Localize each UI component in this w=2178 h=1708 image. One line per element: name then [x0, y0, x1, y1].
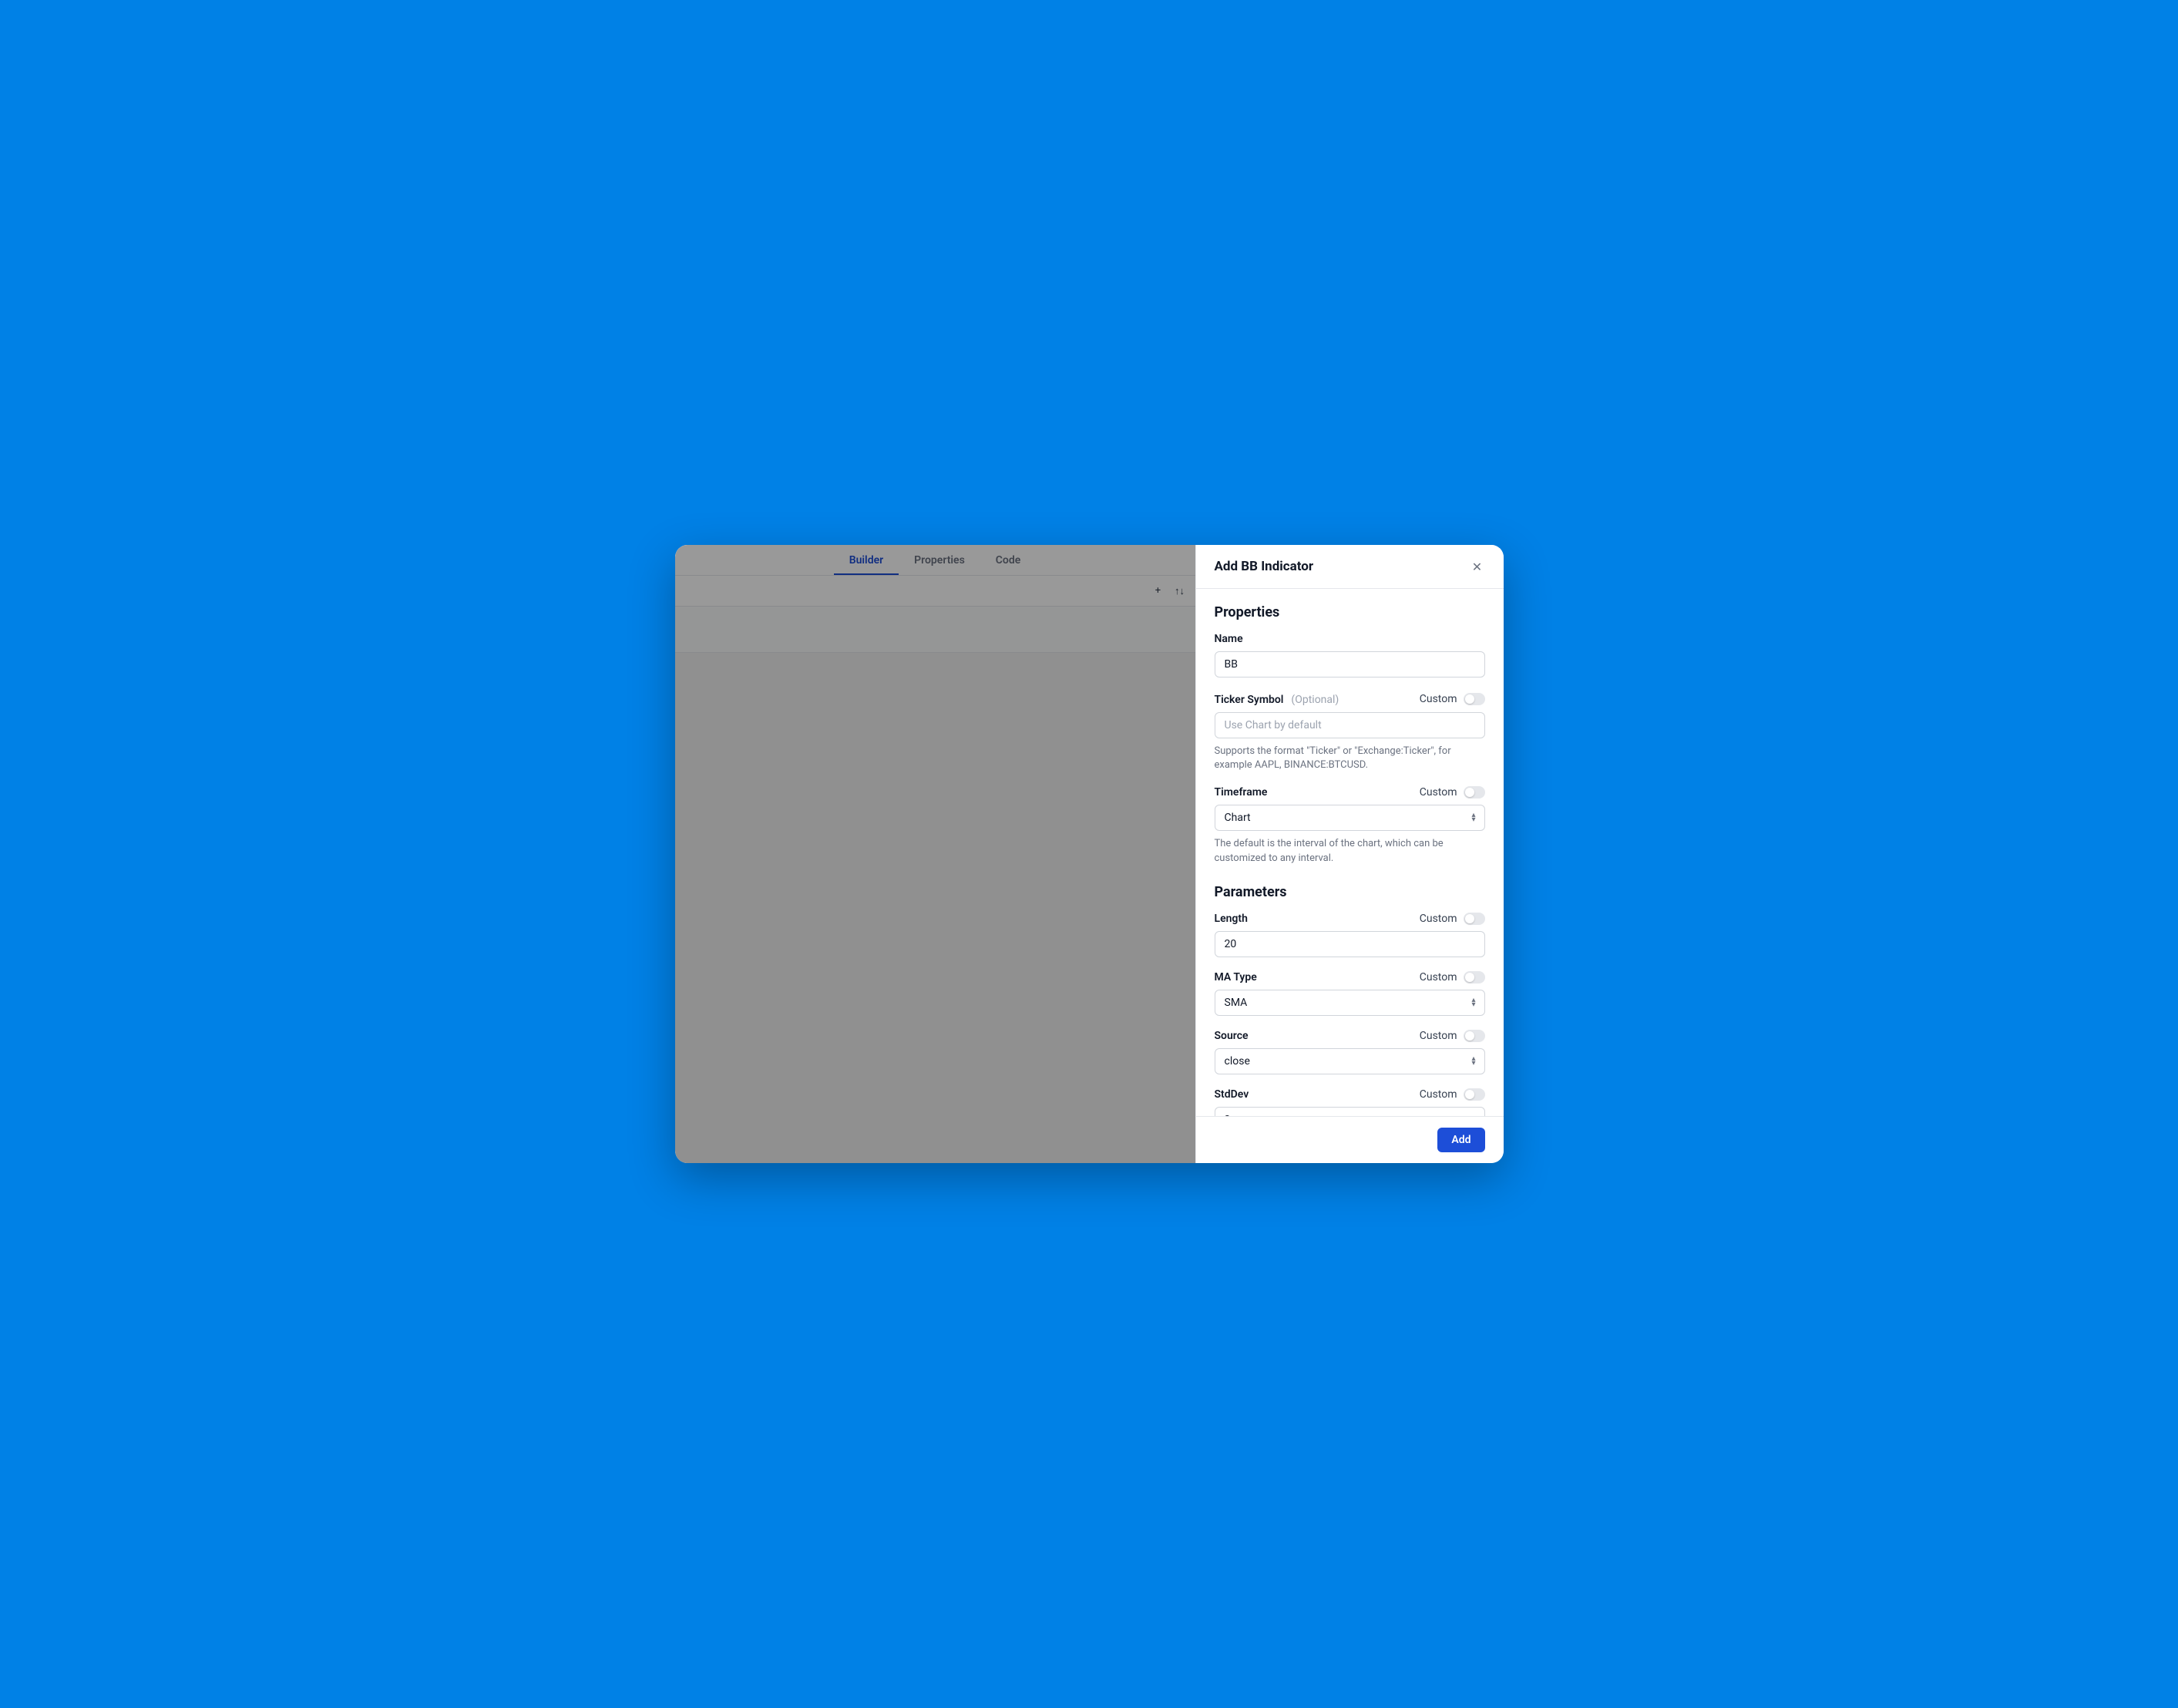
- ticker-optional: (Optional): [1291, 694, 1339, 706]
- field-ticker: Ticker Symbol (Optional) Custom Supports…: [1215, 691, 1485, 772]
- panel-header: Add BB Indicator ✕: [1196, 545, 1504, 589]
- app-window: Builder Properties Code + ↑↓ Add BB Indi…: [675, 545, 1504, 1163]
- side-panel: Add BB Indicator ✕ Properties Name: [1195, 545, 1504, 1163]
- field-stddev: StdDev Custom: [1215, 1088, 1485, 1116]
- field-name: Name: [1215, 633, 1485, 677]
- timeframe-label: Timeframe: [1215, 786, 1268, 799]
- ticker-input[interactable]: [1215, 712, 1485, 738]
- close-button[interactable]: ✕: [1470, 559, 1485, 574]
- length-custom-label: Custom: [1420, 913, 1457, 925]
- name-input[interactable]: [1215, 651, 1485, 677]
- timeframe-select[interactable]: Chart: [1215, 805, 1485, 831]
- stddev-label: StdDev: [1215, 1088, 1249, 1101]
- field-source: Source Custom close ▴▾: [1215, 1030, 1485, 1074]
- panel-footer: Add: [1196, 1116, 1504, 1163]
- stddev-custom-toggle[interactable]: [1464, 1088, 1485, 1101]
- main-area: Builder Properties Code + ↑↓: [675, 545, 1195, 1163]
- source-custom-toggle[interactable]: [1464, 1030, 1485, 1042]
- length-input[interactable]: [1215, 931, 1485, 957]
- field-length: Length Custom: [1215, 913, 1485, 957]
- ticker-custom-label: Custom: [1420, 693, 1457, 705]
- ticker-custom-toggle[interactable]: [1464, 693, 1485, 705]
- section-parameters-title: Parameters: [1215, 884, 1485, 900]
- matype-custom-label: Custom: [1420, 971, 1457, 983]
- panel-body: Properties Name Ticker Symbol (Optional): [1196, 589, 1504, 1116]
- section-properties-title: Properties: [1215, 604, 1485, 620]
- source-custom-label: Custom: [1420, 1030, 1457, 1042]
- timeframe-custom-toggle[interactable]: [1464, 786, 1485, 799]
- stddev-input[interactable]: [1215, 1107, 1485, 1116]
- close-icon: ✕: [1472, 560, 1482, 574]
- ticker-label: Ticker Symbol: [1215, 694, 1284, 706]
- length-custom-toggle[interactable]: [1464, 913, 1485, 925]
- add-button[interactable]: Add: [1437, 1128, 1484, 1152]
- ticker-help: Supports the format "Ticker" or "Exchang…: [1215, 745, 1485, 772]
- matype-custom-toggle[interactable]: [1464, 971, 1485, 983]
- field-timeframe: Timeframe Custom Chart ▴▾ The default is…: [1215, 786, 1485, 865]
- source-select[interactable]: close: [1215, 1048, 1485, 1074]
- matype-label: MA Type: [1215, 971, 1257, 983]
- panel-title: Add BB Indicator: [1215, 559, 1314, 574]
- source-label: Source: [1215, 1030, 1249, 1042]
- timeframe-custom-label: Custom: [1420, 786, 1457, 799]
- timeframe-help: The default is the interval of the chart…: [1215, 837, 1485, 865]
- matype-select[interactable]: SMA: [1215, 990, 1485, 1016]
- length-label: Length: [1215, 913, 1248, 925]
- modal-overlay[interactable]: [675, 545, 1195, 1163]
- stddev-custom-label: Custom: [1420, 1088, 1457, 1101]
- name-label: Name: [1215, 633, 1243, 645]
- field-matype: MA Type Custom SMA ▴▾: [1215, 971, 1485, 1016]
